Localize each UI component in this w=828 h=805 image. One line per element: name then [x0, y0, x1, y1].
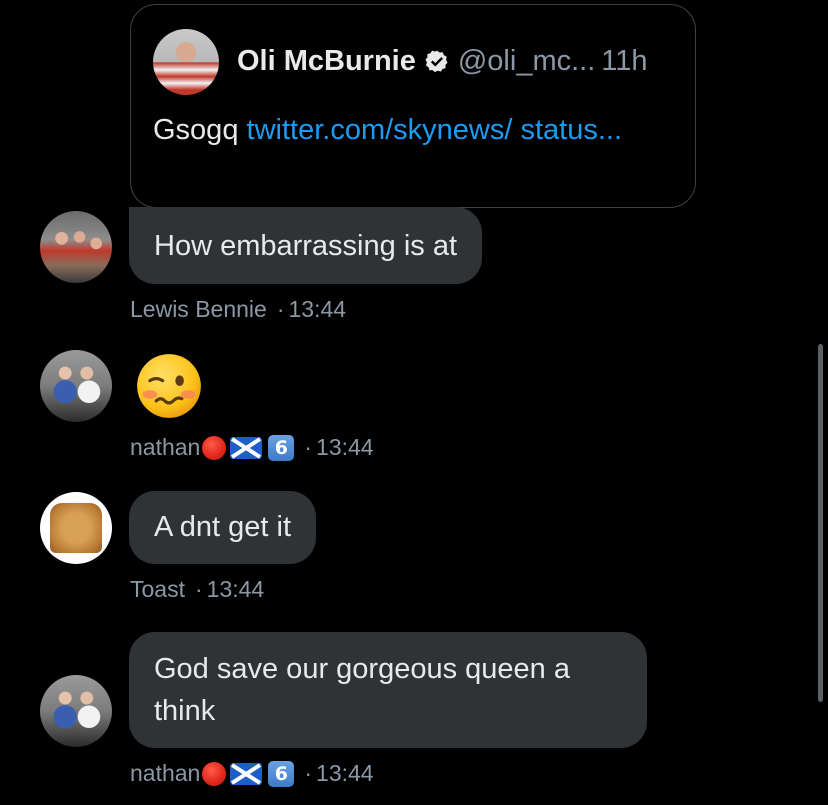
keycap-6-icon: 6	[268, 434, 295, 461]
sender-name: Toast	[130, 576, 185, 602]
meta-separator: ·	[304, 434, 313, 460]
message-time: 13:44	[206, 576, 265, 602]
red-circle-icon	[202, 435, 227, 460]
quoted-tweet-author-name: Oli McBurnie	[237, 45, 416, 77]
avatar[interactable]	[40, 492, 112, 564]
keycap-6-icon: 6	[268, 760, 295, 787]
quoted-tweet-avatar[interactable]	[153, 29, 219, 95]
meta-separator: ·	[276, 296, 285, 322]
message-meta: nathan 6 · 13:44	[130, 434, 374, 461]
avatar[interactable]	[40, 211, 112, 283]
message-time: 13:44	[288, 296, 347, 322]
verified-badge-icon	[425, 50, 448, 72]
message-bubble[interactable]: How embarrassing is at	[129, 207, 482, 284]
quoted-tweet-body: Gsogq	[153, 114, 239, 146]
sender-badges: 6	[202, 434, 295, 461]
sender-name: nathan	[130, 434, 201, 460]
message-text: God save our gorgeous queen a think	[154, 653, 570, 727]
toast-icon	[50, 503, 102, 553]
quoted-tweet-time: 11h	[601, 45, 648, 77]
sender-name: Lewis Bennie	[130, 296, 267, 322]
message-time: 13:44	[316, 434, 374, 460]
sender-name: nathan	[130, 760, 201, 786]
message-text: A dnt get it	[154, 511, 292, 543]
quoted-tweet-card[interactable]: Oli McBurnie @oli_mc... 11h Gsogq twitte…	[130, 4, 696, 208]
message-bubble[interactable]: God save our gorgeous queen a think	[129, 632, 647, 748]
scrollbar[interactable]	[818, 344, 823, 702]
red-circle-icon	[202, 761, 227, 786]
woozy-face-icon[interactable]	[135, 352, 203, 420]
message-text: How embarrassing is at	[154, 230, 457, 262]
scotland-flag-icon	[230, 436, 263, 459]
meta-separator: ·	[194, 576, 203, 602]
avatar[interactable]	[40, 675, 112, 747]
message-meta: Lewis Bennie · 13:44	[130, 296, 346, 323]
quoted-tweet-handle: @oli_mc...	[457, 45, 596, 77]
message-time: 13:44	[316, 760, 374, 786]
sender-badges: 6	[202, 760, 295, 787]
quoted-tweet-header: Oli McBurnie @oli_mc... 11h	[237, 45, 648, 78]
dm-conversation: Oli McBurnie @oli_mc... 11h Gsogq twitte…	[0, 0, 828, 805]
quoted-tweet-link[interactable]: twitter.com/skynews/ status...	[247, 114, 623, 146]
quoted-tweet-text: Gsogq twitter.com/skynews/ status...	[153, 109, 653, 151]
avatar[interactable]	[40, 350, 112, 422]
meta-separator: ·	[304, 760, 313, 786]
message-meta: Toast · 13:44	[130, 576, 264, 603]
message-bubble[interactable]: A dnt get it	[129, 491, 317, 564]
message-meta: nathan 6 · 13:44	[130, 760, 374, 787]
scotland-flag-icon	[230, 762, 263, 785]
